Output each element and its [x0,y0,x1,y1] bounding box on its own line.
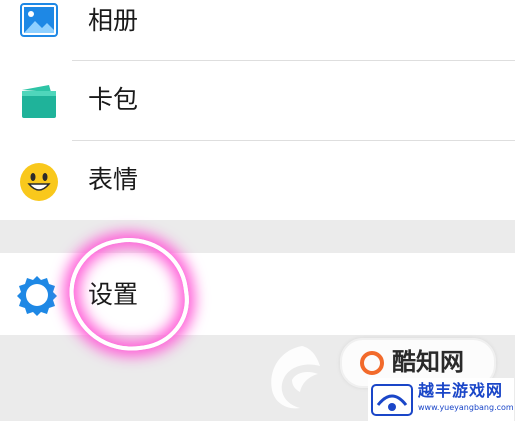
smiley-icon [19,162,59,202]
watermark-badge-text: 酷知网 [392,348,464,376]
menu-item-wallet[interactable]: 卡包 [0,61,515,141]
site-url: www.yueyangbang.com [418,403,514,412]
menu-item-album[interactable]: 相册 [0,0,515,60]
menu-item-stickers[interactable]: 表情 [0,141,515,221]
site-logo-icon [370,381,414,419]
site-name: 越丰游戏网 [418,381,504,400]
menu-group-top: 相册 卡包 表情 [0,0,515,220]
menu-item-label: 卡包 [88,85,139,114]
photo-album-icon [20,3,58,37]
wechat-me-screen: 相册 卡包 表情 设置 酷知网 越丰游戏网 www.yueyangbang.co… [0,0,515,421]
gear-icon [16,274,58,316]
menu-item-label: 相册 [88,6,139,35]
watermark-logo-icon [262,340,328,414]
highlight-annotation [62,230,196,359]
menu-item-label: 表情 [88,165,139,194]
wallet-icon [19,82,59,122]
site-watermark: 越丰游戏网 www.yueyangbang.com [368,378,514,421]
watermark-dot-icon [360,351,384,375]
